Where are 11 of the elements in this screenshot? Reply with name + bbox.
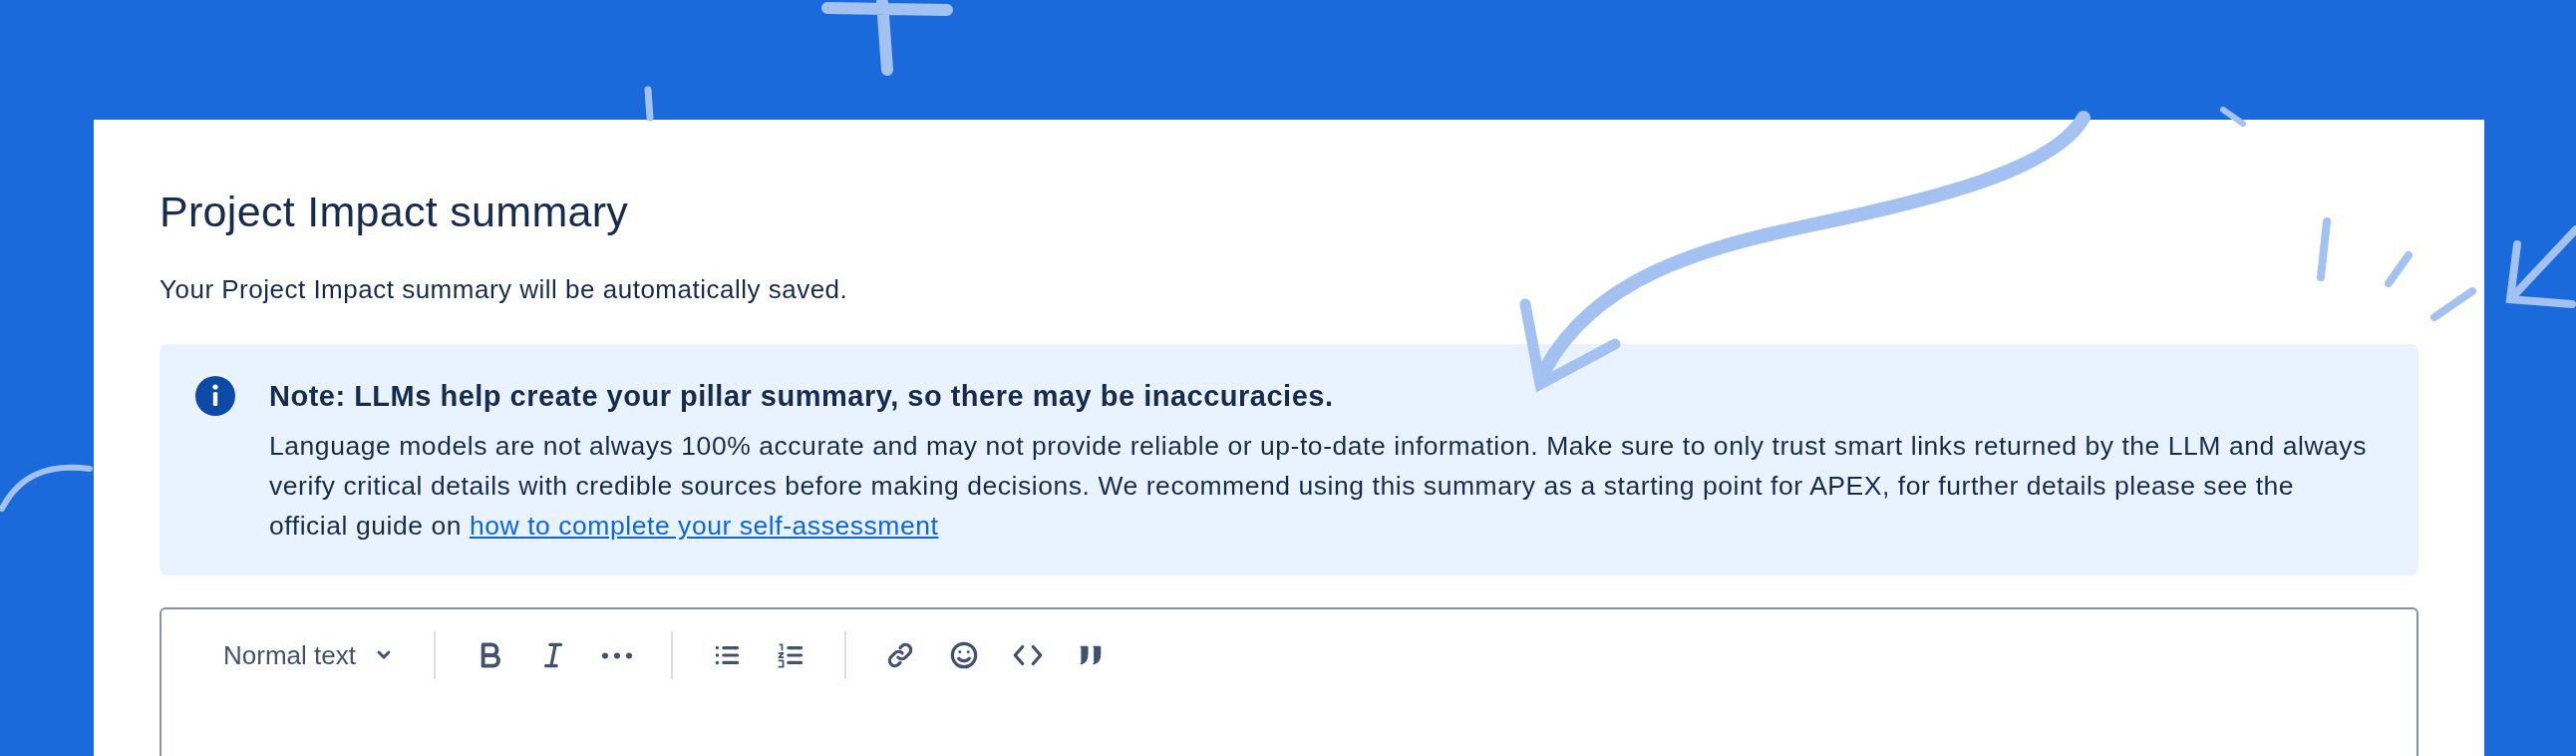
autosave-notice: Your Project Impact summary will be automatically saved. — [160, 273, 849, 307]
guide-link[interactable]: how to complete your self-assessment — [469, 511, 939, 542]
editor-box[interactable]: Normal text — [160, 607, 2418, 756]
info-icon — [195, 375, 235, 416]
note-heading: Note: LLMs help create your pillar summary, so there may be inaccuracies. — [269, 378, 1335, 414]
stroke-mark-drawing — [644, 86, 654, 122]
tick-mark-drawing — [2220, 107, 2246, 127]
page-title: Project Impact summary — [160, 187, 630, 237]
note-paragraph: Language models are not always 100% accurate and may not provide reliable or up-to-date information. Make sure to only trust smart links returned by the LLM and always verify critical details with credible sources before making decisions. We recommend using this summary as a starting point for APEX, for further details please see the official guide on how to complete your self-assessment — [269, 430, 2368, 544]
ellipsis-icon — [599, 650, 634, 660]
text-style-dropdown[interactable]: Normal text — [213, 633, 404, 677]
